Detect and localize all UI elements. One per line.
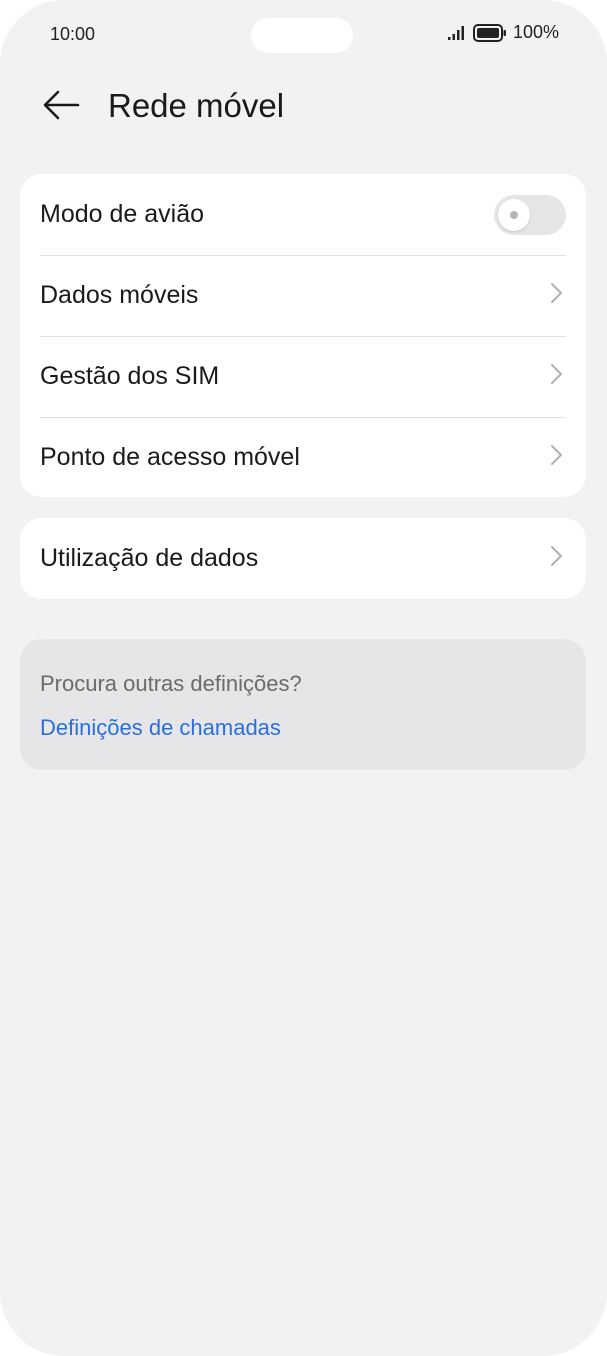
airplane-mode-toggle[interactable] [494,194,566,235]
back-button[interactable] [36,82,86,132]
mobile-data-row[interactable]: Dados móveis [20,255,586,336]
row-label: Utilização de dados [40,544,259,572]
status-time: 10:00 [50,24,96,44]
status-bar: 10:00 100% [0,0,607,70]
battery-percent: 100% [512,22,559,42]
chevron-right-icon [550,545,566,572]
settings-card-data-usage: Utilização de dados [20,518,586,599]
call-settings-link[interactable]: Definições de chamadas [40,715,281,741]
toggle-knob [498,198,530,231]
row-label: Dados móveis [40,281,199,309]
row-label: Modo de avião [40,200,205,228]
suggestion-box: Procura outras definições? Definições de… [20,639,586,770]
signal-icon [447,25,467,41]
arrow-left-icon [42,90,80,125]
row-label: Gestão dos SIM [40,362,220,390]
suggestion-text: Procura outras definições? [40,671,302,696]
row-label: Ponto de acesso móvel [40,443,300,471]
data-usage-row[interactable]: Utilização de dados [20,518,586,599]
hotspot-row[interactable]: Ponto de acesso móvel [20,417,586,497]
chevron-right-icon [550,444,566,471]
battery-icon [472,23,507,42]
airplane-mode-row[interactable]: Modo de avião [20,174,586,255]
page-title: Rede móvel [108,87,285,124]
status-indicators: 100% [447,22,559,43]
chevron-right-icon [550,282,566,309]
chevron-right-icon [550,363,566,390]
phone-screen: 10:00 100% Rede móvel Modo de avião Dado… [0,0,607,1356]
settings-card-network: Modo de avião Dados móveis Gestão dos SI… [20,174,586,497]
sim-management-row[interactable]: Gestão dos SIM [20,336,586,417]
camera-pill [251,18,353,53]
